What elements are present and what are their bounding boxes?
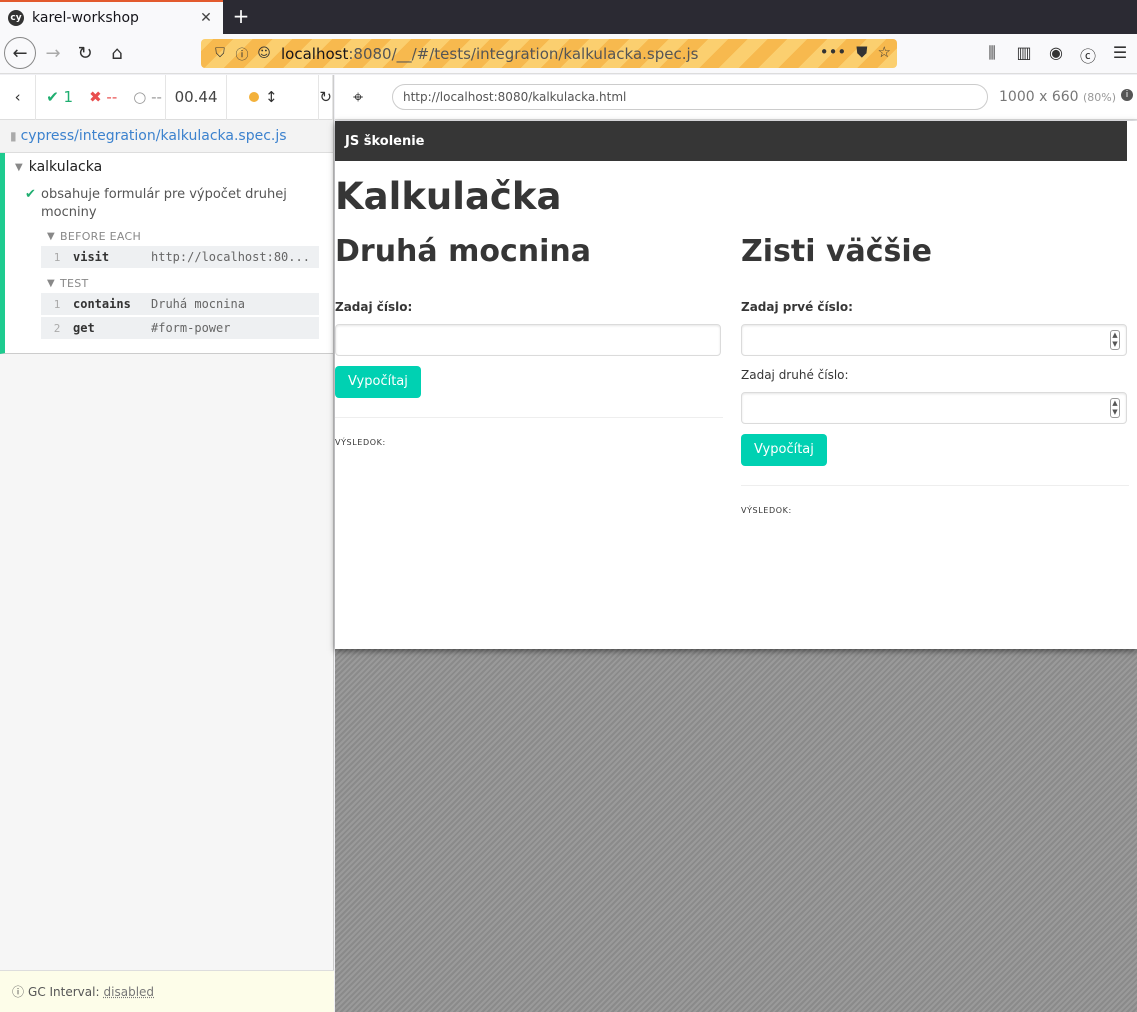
field-label: Zadaj druhé číslo:: [741, 368, 849, 382]
section-heading: Druhá mocnina: [335, 234, 591, 269]
form-compare: Zisti väčšie Zadaj prvé číslo: ▲ ▼ Zadaj …: [741, 234, 1129, 515]
home-icon[interactable]: ⌂: [102, 38, 132, 68]
command-row[interactable]: 2 get #form-power: [41, 317, 319, 340]
number-spinner-icon[interactable]: ▲ ▼: [1110, 398, 1120, 418]
test-stats: ✔ 1 ✖ -- ○ --: [36, 74, 167, 120]
gc-interval-bar: ⓘ GC Interval: disabled: [0, 970, 334, 1012]
gc-interval-value[interactable]: disabled: [104, 985, 155, 999]
aut-header: ⌖ http://localhost:8080/kalkulacka.html …: [335, 75, 1137, 120]
cypress-extension-icon[interactable]: ⓒ: [1079, 43, 1097, 67]
calculate-button[interactable]: Vypočítaj: [335, 366, 421, 398]
selector-playground-icon[interactable]: ⌖: [353, 87, 363, 108]
command-row[interactable]: 1 contains Druhá mocnina: [41, 293, 319, 316]
robot-icon: ☺: [257, 46, 271, 61]
command-row[interactable]: 1 visit http://localhost:80...: [41, 246, 319, 269]
field-label: Zadaj prvé číslo:: [741, 300, 853, 314]
browser-tab[interactable]: cy karel-workshop ✕: [0, 0, 223, 34]
auto-scroll-icon[interactable]: ↕: [265, 88, 278, 106]
caret-down-icon: ▼: [15, 161, 23, 173]
url-text[interactable]: localhost:8080/__/#/tests/integration/ka…: [281, 45, 699, 63]
run-controls: ↕: [227, 74, 320, 120]
calculate-button[interactable]: Vypočítaj: [741, 434, 827, 466]
hook-test[interactable]: ▼ TEST: [47, 277, 89, 290]
info-icon[interactable]: ⓘ: [231, 44, 253, 63]
cypress-reporter: ‹ ✔ 1 ✖ -- ○ -- 00.44 ↕ ↻ ▮ cypress/inte…: [0, 74, 334, 1012]
second-number-input[interactable]: ▲ ▼: [741, 392, 1127, 424]
bookmark-star-icon[interactable]: ☆: [878, 43, 891, 61]
test-title[interactable]: ✔ obsahuje formulár pre výpočet druhej m…: [25, 186, 315, 222]
page-title: Kalkulačka: [335, 175, 562, 218]
passed-count: ✔ 1: [46, 88, 74, 106]
suite-runnable: ▼ kalkulacka ✔ obsahuje formulár pre výp…: [0, 153, 333, 354]
caret-down-icon: ▼: [47, 278, 55, 289]
shield-icon[interactable]: ⛉: [209, 46, 231, 61]
reload-icon[interactable]: ↻: [70, 38, 100, 68]
failed-count: ✖ --: [89, 88, 118, 106]
result-label: VÝSLEDOK:: [741, 506, 792, 515]
pocket-icon[interactable]: ⛊: [856, 43, 867, 61]
account-icon[interactable]: ◉: [1047, 43, 1065, 67]
info-icon[interactable]: i: [1121, 89, 1133, 101]
new-tab-icon[interactable]: +: [230, 4, 252, 28]
divider: [335, 417, 723, 418]
suite-title[interactable]: ▼ kalkulacka: [15, 159, 102, 175]
browser-nav-bar: ← → ↻ ⌂ ⛉ ⓘ ☺ localhost:8080/__/#/tests/…: [0, 34, 1137, 74]
result-label: VÝSLEDOK:: [335, 438, 386, 447]
app-navbar: JS školenie: [335, 121, 1127, 161]
spec-path[interactable]: ▮ cypress/integration/kalkulacka.spec.js: [0, 120, 333, 153]
browser-tab-bar: cy karel-workshop ✕ +: [0, 0, 1137, 34]
rerun-icon[interactable]: ↻: [319, 74, 333, 120]
tab-title: karel-workshop: [32, 10, 139, 26]
reporter-header: ‹ ✔ 1 ✖ -- ○ -- 00.44 ↕ ↻: [0, 74, 333, 120]
collapse-chevron-icon[interactable]: ‹: [0, 74, 37, 120]
viewport-size: 1000 x 660 (80%): [999, 89, 1117, 105]
cypress-favicon-icon: cy: [8, 10, 24, 26]
forward-arrow-icon[interactable]: →: [38, 38, 68, 68]
more-actions-icon[interactable]: •••: [820, 43, 847, 61]
menu-icon[interactable]: ☰: [1111, 43, 1129, 67]
sidebar-icon[interactable]: ▥: [1015, 43, 1033, 67]
hook-before-each[interactable]: ▼ BEFORE EACH: [47, 230, 141, 243]
caret-down-icon: ▼: [47, 231, 55, 242]
library-icon[interactable]: ⫼: [983, 43, 1001, 67]
number-spinner-icon[interactable]: ▲ ▼: [1110, 330, 1120, 350]
divider: [741, 485, 1129, 486]
check-icon: ✔: [25, 187, 36, 202]
number-input[interactable]: [335, 324, 721, 356]
duration: 00.44: [166, 74, 227, 120]
section-heading: Zisti väčšie: [741, 234, 933, 269]
form-power: Druhá mocnina Zadaj číslo: Vypočítaj VÝS…: [335, 234, 723, 447]
file-icon: ▮: [10, 129, 17, 143]
address-bar[interactable]: ⛉ ⓘ ☺ localhost:8080/__/#/tests/integrat…: [201, 39, 897, 68]
close-tab-icon[interactable]: ✕: [195, 10, 217, 26]
first-number-input[interactable]: ▲ ▼: [741, 324, 1127, 356]
running-indicator-icon: [249, 92, 259, 102]
back-arrow-icon[interactable]: ←: [4, 37, 36, 69]
app-iframe: JS školenie Kalkulačka Druhá mocnina Zad…: [335, 121, 1137, 649]
aut-url[interactable]: http://localhost:8080/kalkulacka.html: [392, 84, 988, 110]
info-icon: ⓘ: [12, 985, 25, 999]
pending-count: ○ --: [133, 88, 162, 106]
field-label: Zadaj číslo:: [335, 300, 413, 314]
aut-stage: JS školenie Kalkulačka Druhá mocnina Zad…: [335, 121, 1137, 1012]
